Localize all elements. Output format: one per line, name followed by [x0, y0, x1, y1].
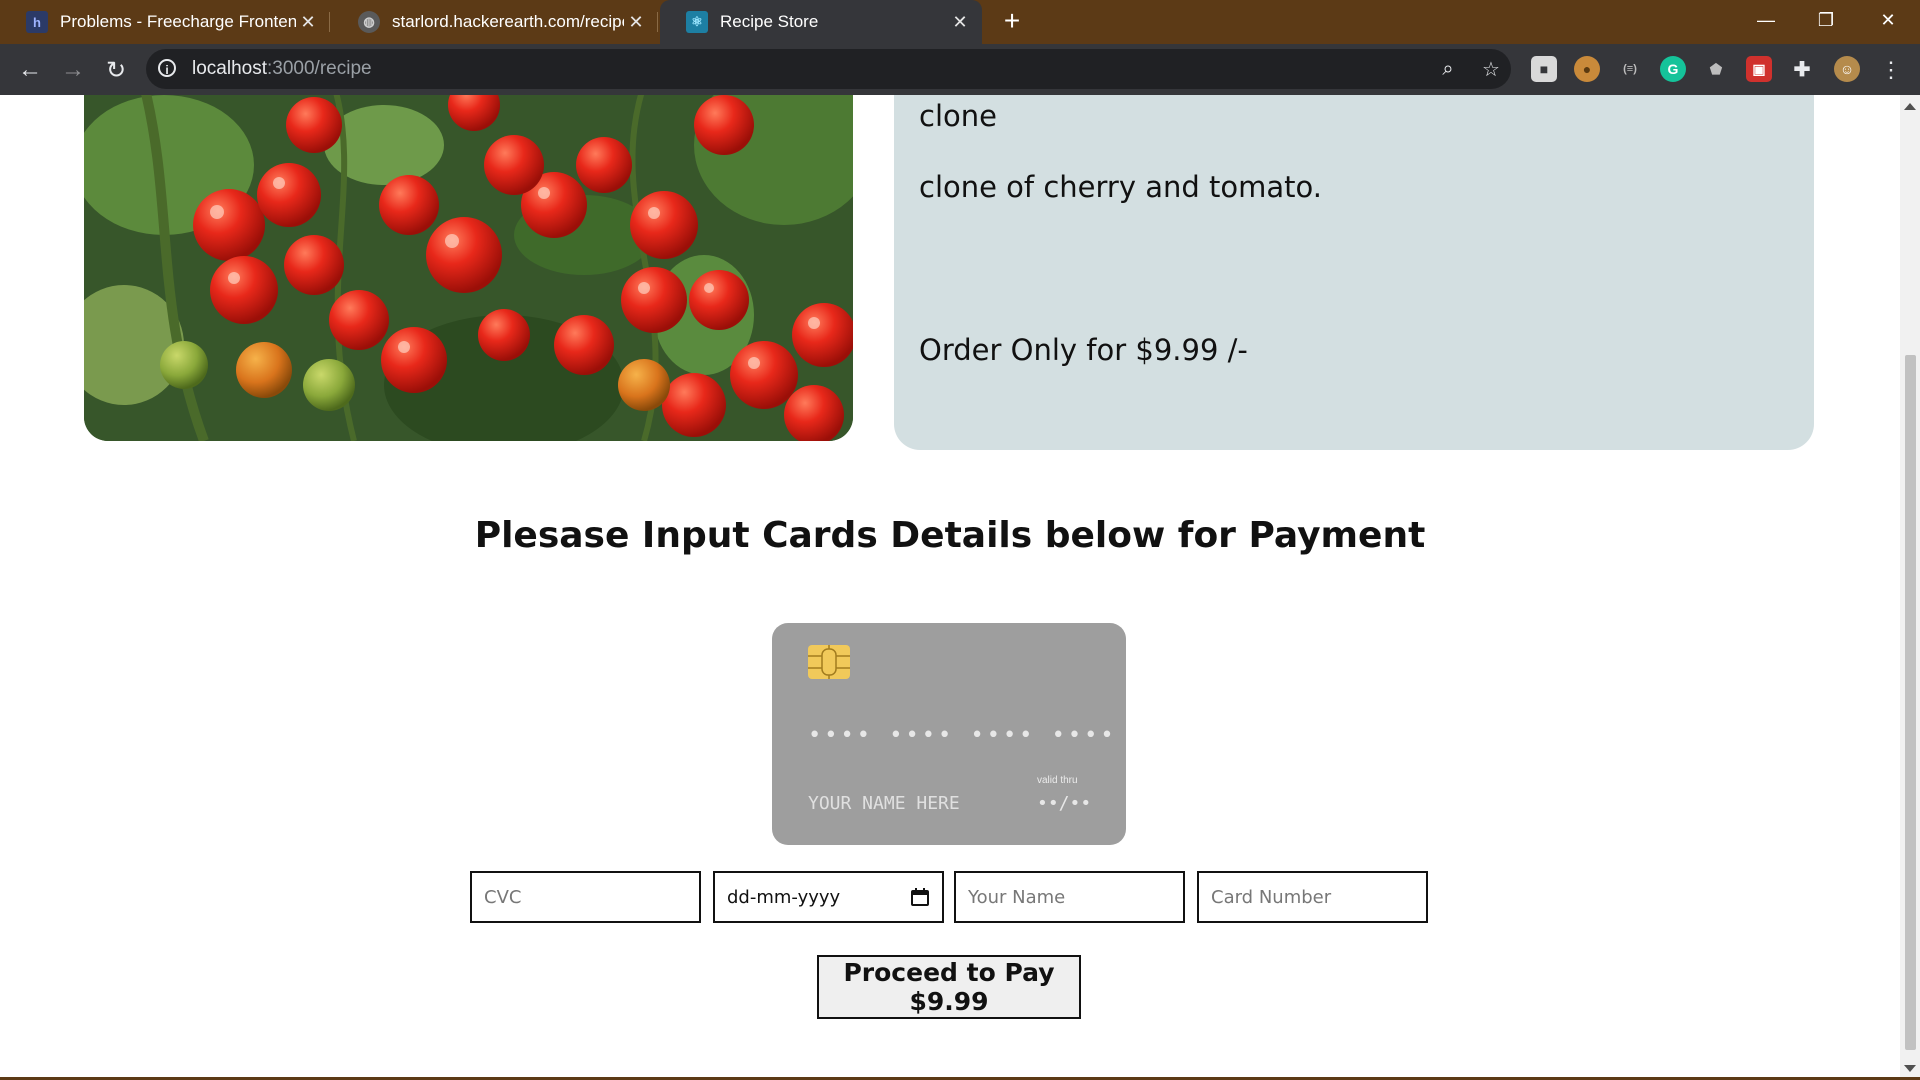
- zoom-icon[interactable]: ⌕: [1436, 57, 1460, 81]
- restore-icon[interactable]: ❐: [1796, 0, 1856, 40]
- card-number-display: •••• •••• •••• ••••: [808, 723, 1117, 748]
- menu-kebab-icon[interactable]: ⋮: [1875, 54, 1907, 86]
- extensions-puzzle-icon[interactable]: ✚: [1789, 56, 1815, 82]
- site-info-icon[interactable]: i: [158, 59, 176, 77]
- tab-starlord[interactable]: ◍ starlord.hackerearth.com/recipe ✕: [332, 0, 658, 44]
- hackerearth-icon: h: [26, 11, 48, 33]
- vertical-scrollbar[interactable]: [1900, 95, 1920, 1080]
- valid-thru-label: valid thru: [1037, 775, 1078, 786]
- payment-heading: Plesase Input Cards Details below for Pa…: [474, 515, 1426, 556]
- tab-title: Recipe Store: [720, 12, 819, 31]
- shield-icon[interactable]: ⬟: [1703, 56, 1729, 82]
- react-icon: ⚛: [686, 11, 708, 33]
- browser-toolbar: ← → ↻ i localhost:3000/recipe ⌕ ☆ ■ ● (≡…: [0, 44, 1920, 95]
- tab-recipe-store[interactable]: ⚛ Recipe Store ✕: [660, 0, 982, 44]
- close-window-icon[interactable]: ✕: [1858, 0, 1918, 40]
- scrollbar-thumb[interactable]: [1905, 355, 1916, 1050]
- grammarly-icon[interactable]: G: [1660, 56, 1686, 82]
- recipe-price: Order Only for $9.99 /-: [919, 333, 1248, 367]
- forward-icon[interactable]: →: [57, 54, 89, 86]
- cookie-icon[interactable]: ●: [1574, 56, 1600, 82]
- new-tab-button[interactable]: +: [998, 7, 1026, 36]
- scroll-up-arrow-icon[interactable]: [1904, 103, 1916, 110]
- credit-card-preview: •••• •••• •••• •••• YOUR NAME HERE valid…: [772, 623, 1126, 845]
- extension-cube-icon[interactable]: ■: [1531, 56, 1557, 82]
- page-content: clone clone of cherry and tomato. Order …: [0, 95, 1900, 1080]
- date-placeholder: dd-mm-yyyy: [727, 886, 841, 908]
- cherry-tomatoes-photo: [84, 95, 853, 441]
- recipe-name: clone: [919, 99, 997, 133]
- recipe-details-panel: clone clone of cherry and tomato. Order …: [894, 95, 1814, 450]
- recipe-description: clone of cherry and tomato.: [919, 170, 1322, 204]
- tab-title: starlord.hackerearth.com/recipe: [392, 12, 624, 31]
- close-tab-icon[interactable]: ✕: [624, 12, 648, 33]
- name-input[interactable]: [954, 871, 1185, 923]
- tab-problems[interactable]: h Problems - Freecharge Frontend ✕: [0, 0, 330, 44]
- card-holder-display: YOUR NAME HERE: [808, 793, 960, 814]
- address-bar[interactable]: i localhost:3000/recipe ⌕ ☆: [146, 49, 1511, 89]
- extension-code-icon[interactable]: (≡): [1617, 56, 1643, 82]
- url-text[interactable]: localhost:3000/recipe: [192, 58, 372, 80]
- tab-title: Problems - Freecharge Frontend: [60, 12, 296, 31]
- globe-icon: ◍: [358, 11, 380, 33]
- minimize-icon[interactable]: —: [1736, 0, 1796, 40]
- card-number-input[interactable]: [1197, 871, 1428, 923]
- bookmark-star-icon[interactable]: ☆: [1479, 57, 1503, 81]
- extension-red-icon[interactable]: ▣: [1746, 56, 1772, 82]
- url-host: localhost: [192, 58, 267, 79]
- scroll-down-arrow-icon[interactable]: [1904, 1065, 1916, 1072]
- reload-icon[interactable]: ↻: [100, 54, 132, 86]
- card-chip-icon: [808, 645, 850, 679]
- tab-strip: h Problems - Freecharge Frontend ✕ ◍ sta…: [0, 0, 1920, 44]
- url-path: :3000/recipe: [267, 58, 372, 79]
- card-expiry-display: ••/••: [1037, 793, 1092, 814]
- back-icon[interactable]: ←: [14, 54, 46, 86]
- proceed-to-pay-button[interactable]: Proceed to Pay $9.99: [817, 955, 1081, 1019]
- profile-avatar[interactable]: ☺: [1834, 56, 1860, 82]
- tomato-illustration: [84, 95, 853, 441]
- expiry-date-input[interactable]: dd-mm-yyyy: [713, 871, 944, 923]
- cvc-input[interactable]: [470, 871, 701, 923]
- calendar-icon[interactable]: [910, 887, 930, 907]
- close-tab-icon[interactable]: ✕: [948, 12, 972, 33]
- close-tab-icon[interactable]: ✕: [296, 12, 320, 33]
